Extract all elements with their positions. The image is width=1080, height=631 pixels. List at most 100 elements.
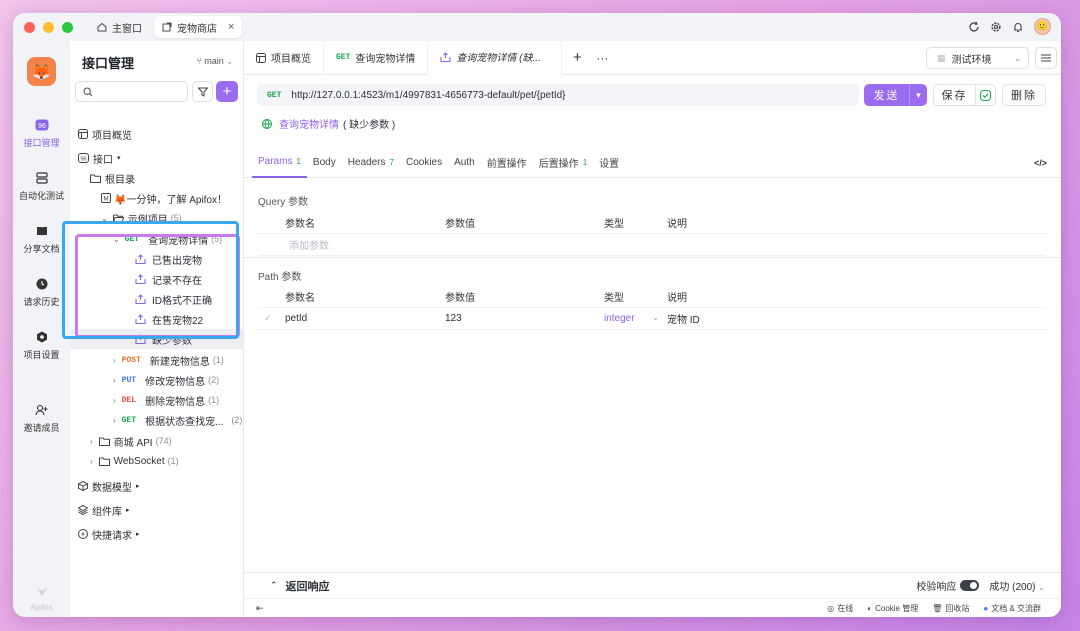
tree-item-get-pet-detail[interactable]: ⌄ GET 查询宠物详情 (5) bbox=[70, 229, 243, 249]
tree-item-components[interactable]: 组件库 ▸ bbox=[70, 500, 243, 520]
api-sidebar: 接口管理 ⑂ main ⌄ + 项目概览 96 接口 ▾ 根目录 M 🦊一分钟，… bbox=[70, 41, 244, 617]
bell-icon[interactable] bbox=[1012, 21, 1024, 33]
close-window-button[interactable] bbox=[24, 21, 35, 33]
rail-item-api[interactable]: 96 接口管理 bbox=[13, 118, 70, 149]
chevron-up-icon[interactable]: ⌃ bbox=[270, 580, 278, 591]
tree-item-case-bad-id[interactable]: ID格式不正确 bbox=[70, 289, 243, 309]
maximize-window-button[interactable] bbox=[62, 21, 73, 33]
chevron-down-icon: ⌄ bbox=[101, 213, 108, 223]
chevron-down-icon[interactable]: ▼ bbox=[909, 84, 927, 106]
environment-select[interactable]: ▦ 测试环境 ⌄ bbox=[926, 47, 1029, 69]
tree-item-case-sold[interactable]: 已售出宠物 bbox=[70, 249, 243, 269]
param-type-select[interactable]: integer ⌄ bbox=[604, 313, 667, 324]
save-button[interactable]: 保存 bbox=[933, 84, 996, 106]
collapse-sidebar-icon[interactable]: ⇤ bbox=[256, 603, 264, 614]
avatar[interactable]: 🙂 bbox=[1034, 18, 1051, 35]
tree-item-case-on-sale[interactable]: 在售宠物22 bbox=[70, 309, 243, 329]
rail-item-share-docs[interactable]: 分享文档 bbox=[13, 224, 70, 255]
url-input[interactable]: GET http://127.0.0.1:4523/m1/4997831-465… bbox=[257, 84, 859, 106]
tab-headers[interactable]: Headers 7 bbox=[342, 148, 400, 178]
minimize-window-button[interactable] bbox=[43, 21, 54, 33]
main-panel: 项目概览 GET 查询宠物详情 查询宠物详情 (缺... + ··· ▦ 测试环… bbox=[244, 40, 1061, 617]
case-header: 查询宠物详情 ( 缺少参数 ) bbox=[262, 116, 395, 131]
send-button[interactable]: 发送 ▼ bbox=[864, 84, 927, 106]
tree-item-label: 示例项目 bbox=[127, 214, 168, 226]
recycle-bin-button[interactable]: 🗑 回收站 bbox=[932, 603, 969, 614]
validate-response-toggle[interactable] bbox=[960, 580, 980, 591]
more-tabs-button[interactable]: ··· bbox=[592, 51, 612, 65]
cookie-manager-button[interactable]: ◐ Cookie 管理 bbox=[867, 603, 918, 614]
chevron-right-icon: › bbox=[90, 456, 93, 466]
history-icon bbox=[35, 277, 49, 291]
tab-auth[interactable]: Auth bbox=[448, 148, 481, 178]
docs-community-button[interactable]: ● 文档 & 交流群 bbox=[983, 603, 1041, 614]
gear-icon[interactable] bbox=[990, 21, 1002, 33]
column-header: 说明 bbox=[667, 219, 687, 230]
tree-item-find-by-status[interactable]: › GET 根据状态查找宠... (2) bbox=[70, 410, 243, 430]
online-status[interactable]: ◎ 在线 bbox=[827, 603, 853, 614]
left-rail: 🦊 96 接口管理 自动化测试 分享文档 请求历史 项目设置 邀请成员 Apif… bbox=[13, 41, 70, 617]
tree-item-websocket[interactable]: › WebSocket (1) bbox=[70, 451, 243, 471]
tab-settings[interactable]: 设置 bbox=[593, 148, 625, 178]
code-icon[interactable]: </> bbox=[1034, 158, 1047, 168]
tab-get-pet-detail[interactable]: GET 查询宠物详情 bbox=[324, 40, 429, 75]
add-button[interactable]: + bbox=[216, 81, 238, 102]
close-icon[interactable]: × bbox=[228, 21, 234, 33]
branch-icon: ⑂ bbox=[196, 56, 202, 66]
tab-params[interactable]: Params 1 bbox=[252, 148, 307, 178]
param-value-input[interactable]: 123 bbox=[445, 313, 604, 324]
delete-button[interactable]: 删除 bbox=[1002, 84, 1046, 106]
tree-item-case-missing-param[interactable]: 缺少参数 bbox=[70, 329, 243, 349]
branch-selector[interactable]: ⑂ main ⌄ bbox=[196, 56, 233, 66]
case-api-link[interactable]: 查询宠物详情 bbox=[279, 116, 339, 131]
tree-item-api-root[interactable]: 96 接口 ▾ bbox=[70, 148, 243, 168]
tab-post-processors[interactable]: 后置操作 1 bbox=[533, 148, 593, 178]
window-tab-petstore[interactable]: 宠物商店 × bbox=[154, 16, 243, 38]
tree-item-delete-pet[interactable]: › DEL 删除宠物信息 (1) bbox=[70, 390, 243, 410]
tab-body[interactable]: Body bbox=[307, 148, 342, 178]
rail-item-history[interactable]: 请求历史 bbox=[13, 277, 70, 308]
window-tab-home[interactable]: 主窗口 bbox=[89, 16, 150, 38]
status-label: Cookie 管理 bbox=[875, 603, 919, 613]
rail-item-invite[interactable]: 邀请成员 bbox=[13, 403, 70, 434]
param-name[interactable]: petId bbox=[285, 313, 445, 324]
tree-item-doc-intro[interactable]: M 🦊一分钟，了解 Apifox！ bbox=[70, 188, 243, 208]
method-select[interactable]: GET bbox=[267, 91, 281, 100]
tree-item-post-pet[interactable]: › POST 新建宠物信息 (1) bbox=[70, 350, 243, 370]
tree-item-count: (1) bbox=[212, 355, 224, 365]
menu-button[interactable] bbox=[1035, 47, 1057, 69]
filter-button[interactable] bbox=[192, 81, 213, 102]
tree-item-overview[interactable]: 项目概览 bbox=[70, 124, 243, 144]
case-icon bbox=[135, 314, 146, 324]
tree-item-mall-api[interactable]: › 商城 API (74) bbox=[70, 431, 243, 451]
new-tab-button[interactable]: + bbox=[562, 49, 592, 66]
tab-cookies[interactable]: Cookies bbox=[400, 148, 448, 178]
tree-item-put-pet[interactable]: › PUT 修改宠物信息 (2) bbox=[70, 370, 243, 390]
chevron-right-icon: › bbox=[90, 436, 93, 446]
rail-item-project-settings[interactable]: 项目设置 bbox=[13, 330, 70, 361]
tree-item-label: 🦊一分钟，了解 Apifox！ bbox=[114, 194, 228, 206]
tree-item-root-dir[interactable]: 根目录 bbox=[70, 168, 243, 188]
tab-badge: 1 bbox=[582, 158, 588, 167]
tab-case-missing-param[interactable]: 查询宠物详情 (缺... bbox=[428, 40, 563, 75]
tab-overview[interactable]: 项目概览 bbox=[244, 40, 324, 75]
column-header: 参数值 bbox=[445, 293, 475, 304]
tree-item-label: 项目概览 bbox=[92, 130, 132, 142]
search-input[interactable] bbox=[75, 81, 188, 102]
project-logo[interactable]: 🦊 bbox=[27, 57, 56, 86]
tree-item-sample-project[interactable]: ⌄ 示例项目 (5) bbox=[70, 208, 243, 228]
checkbox[interactable]: ✓ bbox=[258, 313, 285, 324]
refresh-icon[interactable] bbox=[968, 21, 980, 33]
param-description[interactable]: 宠物 ID bbox=[667, 311, 1046, 326]
tree-item-quick-request[interactable]: 快捷请求 ▸ bbox=[70, 524, 243, 544]
response-status-select[interactable]: 成功 (200) ⌄ bbox=[989, 578, 1045, 593]
tree-item-count: (2) bbox=[208, 375, 220, 385]
check-icon[interactable] bbox=[975, 85, 995, 105]
status-label: 回收站 bbox=[945, 603, 970, 613]
tree-item-label: 在售宠物22 bbox=[152, 315, 204, 327]
tab-pre-processors[interactable]: 前置操作 bbox=[481, 148, 533, 178]
rail-item-automation[interactable]: 自动化测试 bbox=[13, 171, 70, 202]
tree-item-data-models[interactable]: 数据模型 ▸ bbox=[70, 476, 243, 496]
tree-item-case-not-found[interactable]: 记录不存在 bbox=[70, 269, 243, 289]
add-param-input[interactable]: 添加参数 bbox=[285, 237, 445, 252]
